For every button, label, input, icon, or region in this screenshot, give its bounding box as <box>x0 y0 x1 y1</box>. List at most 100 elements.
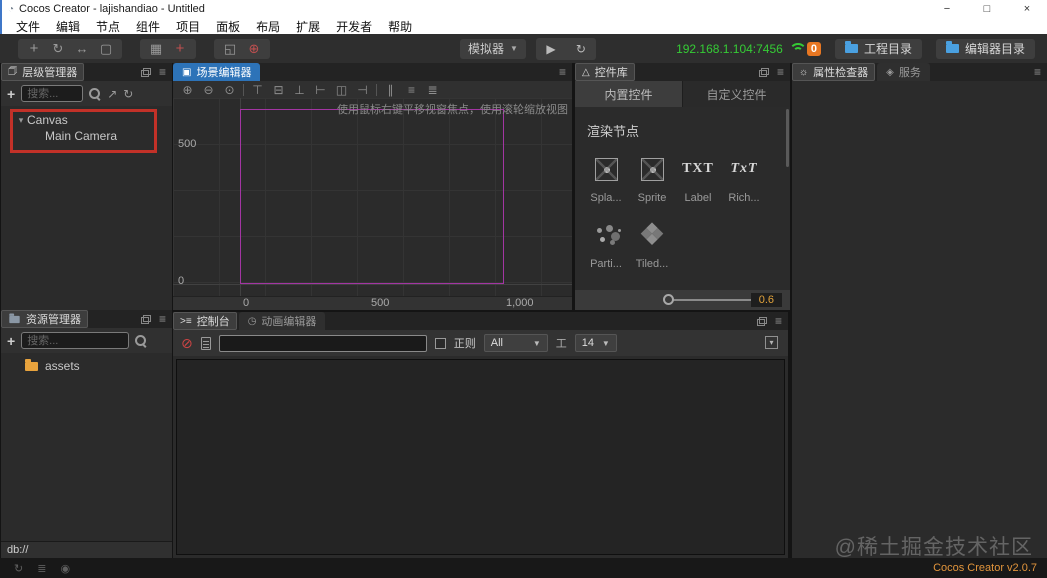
refresh-button[interactable]: ↻ <box>566 42 596 56</box>
sprite-icon <box>640 157 664 181</box>
distribute-gaps-icon[interactable]: ≣ <box>422 83 443 97</box>
panel-menu-icon[interactable]: ≡ <box>159 66 166 78</box>
services-tab-label: 服务 <box>898 67 921 79</box>
popout-icon[interactable] <box>140 314 151 324</box>
scrollbar[interactable] <box>786 109 789 167</box>
collapse-logs-icon[interactable]: ▾ <box>765 336 778 349</box>
control-item-splash[interactable]: Spla... <box>583 154 629 204</box>
scale-tool-icon[interactable]: ↔ <box>76 41 89 56</box>
control-item-label[interactable]: TXT Label <box>675 154 721 204</box>
menu-extension[interactable]: 扩展 <box>288 18 328 35</box>
panel-menu-icon[interactable]: ≡ <box>559 66 566 78</box>
status-bar: ↻ ≣ ◉ Cocos Creator v2.0.7 <box>0 558 1047 578</box>
menu-help[interactable]: 帮助 <box>380 18 420 35</box>
play-button[interactable]: ▶ <box>536 42 566 56</box>
align-left-icon[interactable]: ⊢ <box>310 83 331 97</box>
chevron-down-icon: ▼ <box>601 338 610 348</box>
tab-animation-editor[interactable]: ◷ 动画编辑器 <box>238 312 326 330</box>
minimize-button[interactable]: − <box>927 0 967 18</box>
popout-icon[interactable] <box>756 316 767 326</box>
scene-viewport[interactable]: 使用鼠标右键平移视窗焦点，使用滚轮缩放视图 500 0 <box>173 98 572 296</box>
search-icon[interactable] <box>89 87 101 100</box>
assets-search-input[interactable] <box>21 332 130 349</box>
popout-icon[interactable] <box>758 67 769 77</box>
status-list-icon[interactable]: ≣ <box>37 562 46 575</box>
panel-menu-icon[interactable]: ≡ <box>159 313 166 325</box>
tab-services[interactable]: ◈ 服务 <box>877 63 930 81</box>
expand-caret-icon[interactable]: ▾ <box>15 115 27 126</box>
regex-checkbox[interactable] <box>434 337 446 349</box>
tab-scene-editor[interactable]: ▣ 场景编辑器 <box>173 63 261 81</box>
distribute-horizontal-icon[interactable]: ∥ <box>380 83 401 97</box>
expand-all-icon[interactable]: ↗ <box>107 87 117 101</box>
rotate-tool-icon[interactable]: ↻ <box>46 39 70 59</box>
hierarchy-search-input[interactable] <box>21 85 84 102</box>
zoom-reset-icon[interactable]: ⊙ <box>219 83 240 97</box>
menu-edit[interactable]: 编辑 <box>48 18 88 35</box>
menu-layout[interactable]: 布局 <box>248 18 288 35</box>
panel-menu-icon[interactable]: ≡ <box>775 315 782 327</box>
align-center-icon[interactable]: ◫ <box>331 83 352 97</box>
add-asset-button[interactable]: + <box>7 333 15 349</box>
refresh-icon[interactable]: ↻ <box>123 87 133 101</box>
tree-node-main-camera[interactable]: Main Camera <box>1 128 172 144</box>
tab-console[interactable]: >≡ 控制台 <box>173 312 237 330</box>
open-editor-dir-button[interactable]: 编辑器目录 <box>935 38 1035 59</box>
camera-node-label: Main Camera <box>45 129 118 143</box>
menu-file[interactable]: 文件 <box>8 18 48 35</box>
tab-builtin-controls[interactable]: 内置控件 <box>575 81 682 107</box>
align-middle-icon[interactable]: ⊟ <box>268 83 289 97</box>
close-button[interactable]: × <box>1007 0 1047 18</box>
rect-tool-icon[interactable]: ▢ <box>94 39 118 59</box>
tab-assets[interactable]: 资源管理器 <box>1 310 88 328</box>
status-refresh-icon[interactable]: ↻ <box>14 562 23 575</box>
distribute-vertical-icon[interactable]: ≡ <box>401 83 422 97</box>
panel-menu-icon[interactable]: ≡ <box>777 66 784 78</box>
local-coord-icon[interactable]: ◱ <box>218 39 242 59</box>
control-item-richtext[interactable]: TxT Rich... <box>721 154 767 204</box>
world-coord-icon[interactable]: ⊕ <box>242 39 266 59</box>
tree-node-assets[interactable]: assets <box>1 358 172 374</box>
console-filter-input[interactable] <box>218 334 427 352</box>
tab-custom-controls[interactable]: 自定义控件 <box>682 81 790 107</box>
menu-panel[interactable]: 面板 <box>208 18 248 35</box>
slider-track[interactable] <box>663 294 751 305</box>
control-item-tiledmap[interactable]: Tiled... <box>629 220 675 270</box>
status-eye-icon[interactable]: ◉ <box>60 562 70 575</box>
maximize-button[interactable]: □ <box>967 0 1007 18</box>
control-item-sprite[interactable]: Sprite <box>629 154 675 204</box>
tab-control-library[interactable]: △ 控件库 <box>575 63 635 81</box>
anchor-mode-icon[interactable]: + <box>168 39 192 59</box>
zoom-in-icon[interactable]: ⊕ <box>177 83 198 97</box>
align-top-icon[interactable]: ⊤ <box>247 83 268 97</box>
console-panel: >≡ 控制台 ◷ 动画编辑器 ≡ ⊘ 正则 All ▼ 工 14 ▼ ▾ <box>173 312 788 558</box>
font-size-dropdown[interactable]: 14 ▼ <box>574 334 617 352</box>
menu-component[interactable]: 组件 <box>128 18 168 35</box>
tab-inspector[interactable]: ☼ 属性检查器 <box>792 63 876 81</box>
popout-icon[interactable] <box>140 67 151 77</box>
tree-node-canvas[interactable]: ▾ Canvas <box>1 112 172 128</box>
services-icon: ◈ <box>886 66 894 78</box>
log-level-dropdown[interactable]: All ▼ <box>483 334 548 352</box>
align-bottom-icon[interactable]: ⊥ <box>289 83 310 97</box>
control-item-particle[interactable]: Parti... <box>583 220 629 270</box>
menu-project[interactable]: 项目 <box>168 18 208 35</box>
open-project-dir-button[interactable]: 工程目录 <box>834 38 922 59</box>
align-right-icon[interactable]: ⊣ <box>352 83 373 97</box>
tab-hierarchy[interactable]: 🗇 层级管理器 <box>1 63 85 81</box>
menu-node[interactable]: 节点 <box>88 18 128 35</box>
pivot-mode-icon[interactable]: ▦ <box>144 39 168 59</box>
log-file-icon[interactable] <box>200 336 211 350</box>
slider-knob[interactable] <box>663 294 674 305</box>
move-tool-icon[interactable]: + <box>22 39 46 59</box>
preview-target-dropdown[interactable]: 模拟器 ▼ <box>460 38 526 59</box>
search-icon[interactable] <box>135 334 147 347</box>
animation-icon: ◷ <box>247 315 257 327</box>
menu-developer[interactable]: 开发者 <box>328 18 380 35</box>
add-node-button[interactable]: + <box>7 86 15 102</box>
zoom-out-icon[interactable]: ⊖ <box>198 83 219 97</box>
assets-tab-label: 资源管理器 <box>26 314 81 326</box>
panel-menu-icon[interactable]: ≡ <box>1034 66 1041 78</box>
clear-console-icon[interactable]: ⊘ <box>181 335 193 352</box>
label-text-icon: TXT <box>682 161 714 176</box>
